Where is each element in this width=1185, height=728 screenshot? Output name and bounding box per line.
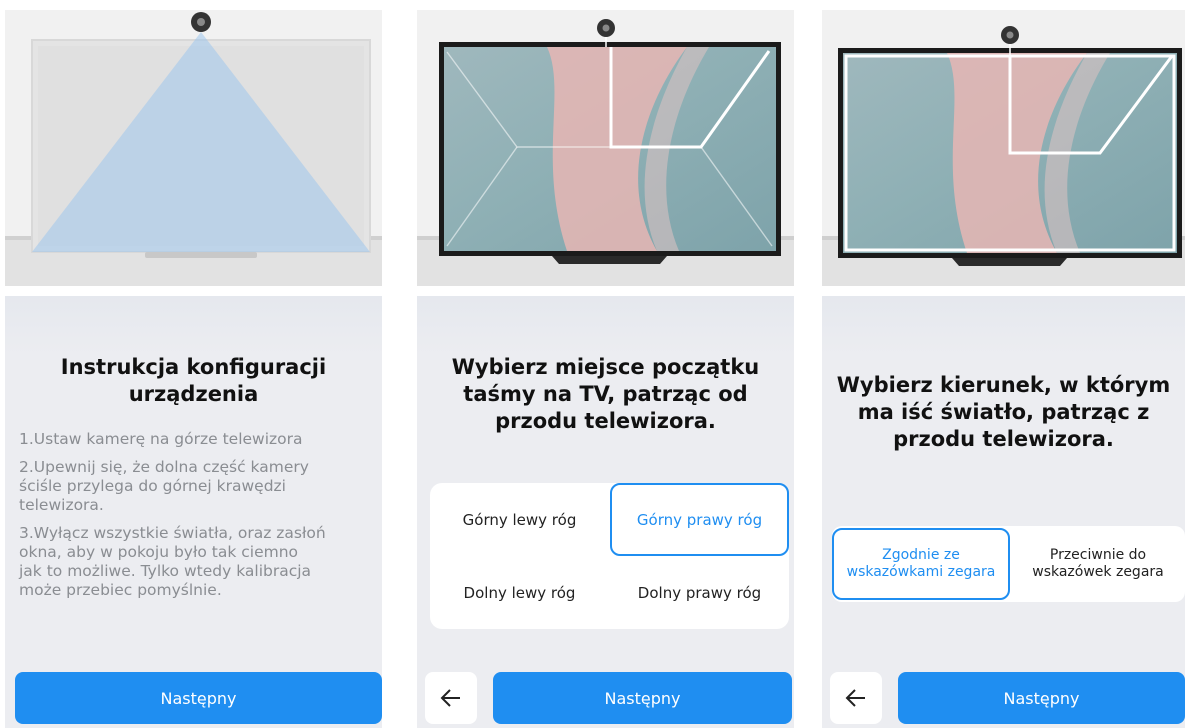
tv-direction-illustration bbox=[822, 10, 1185, 286]
back-button[interactable] bbox=[425, 672, 477, 724]
direction-select-card: Wybierz kierunek, w którym ma iść światł… bbox=[822, 296, 1185, 728]
corner-bottom-left[interactable]: Dolny lewy róg bbox=[430, 556, 609, 629]
back-button[interactable] bbox=[830, 672, 882, 724]
next-button[interactable]: Następny bbox=[898, 672, 1185, 724]
setup-instructions-panel: Instrukcja konfiguracji urządzenia 1.Ust… bbox=[5, 0, 382, 728]
tv-corner-illustration bbox=[417, 10, 794, 286]
next-button[interactable]: Następny bbox=[15, 672, 382, 724]
camera-icon bbox=[191, 12, 211, 32]
arrow-left-icon bbox=[440, 689, 460, 707]
next-button[interactable]: Następny bbox=[493, 672, 792, 724]
instructions-card: Instrukcja konfiguracji urządzenia 1.Ust… bbox=[5, 296, 382, 728]
light-direction-panel: Wybierz kierunek, w którym ma iść światł… bbox=[822, 0, 1185, 728]
corner-bottom-right[interactable]: Dolny prawy róg bbox=[610, 556, 789, 629]
corner-grid: Górny lewy róg Górny prawy róg Dolny lew… bbox=[430, 483, 789, 629]
page-title: Wybierz miejsce początku taśmy na TV, pa… bbox=[451, 355, 760, 433]
corner-top-right[interactable]: Górny prawy róg bbox=[610, 483, 789, 556]
tv-camera-illustration bbox=[5, 10, 382, 286]
direction-options: Zgodnie ze wskazówkami zegara Przeciwnie… bbox=[832, 526, 1185, 602]
strip-start-panel: Wybierz miejsce początku taśmy na TV, pa… bbox=[417, 0, 794, 728]
arrow-left-icon bbox=[845, 689, 865, 707]
corner-top-left[interactable]: Górny lewy róg bbox=[430, 483, 609, 556]
instruction-step-1: 1.Ustaw kamerę na górze telewizora bbox=[19, 430, 303, 448]
page-title: Instrukcja konfiguracji urządzenia bbox=[60, 355, 327, 406]
instruction-step-3: 3.Wyłącz wszystkie światła, oraz zasłoń … bbox=[19, 524, 326, 599]
instruction-step-2: 2.Upewnij się, że dolna część kamery ści… bbox=[19, 458, 309, 514]
instruction-list: 1.Ustaw kamerę na górze telewizora 2.Upe… bbox=[19, 430, 370, 609]
corner-select-card: Wybierz miejsce początku taśmy na TV, pa… bbox=[417, 296, 794, 728]
page-title: Wybierz kierunek, w którym ma iść światł… bbox=[836, 373, 1171, 451]
direction-counter-clockwise[interactable]: Przeciwnie do wskazówek zegara bbox=[1012, 528, 1184, 600]
direction-clockwise[interactable]: Zgodnie ze wskazówkami zegara bbox=[832, 528, 1010, 600]
